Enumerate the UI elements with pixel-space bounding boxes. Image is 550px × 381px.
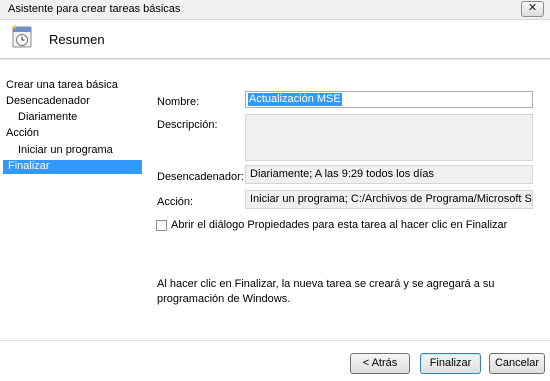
window-title: Asistente para crear tareas básicas [8, 3, 181, 15]
sidebar-item-accion[interactable]: Acción [6, 127, 39, 141]
wizard-header: Resumen [0, 20, 550, 59]
action-label: Acción: [157, 196, 194, 208]
page-title: Resumen [49, 32, 105, 47]
sidebar-item-crear-tarea[interactable]: Crear una tarea básica [6, 79, 118, 93]
description-field[interactable] [245, 114, 533, 161]
close-button[interactable]: ✕ [521, 1, 544, 17]
open-properties-checkbox[interactable] [156, 220, 167, 231]
footer-divider [0, 340, 550, 341]
name-input-value: Actualización MSE [248, 93, 342, 106]
close-icon: ✕ [527, 2, 538, 14]
name-label: Nombre: [157, 96, 200, 108]
description-label: Descripción: [157, 119, 218, 131]
sidebar-item-finalizar[interactable]: Finalizar [3, 160, 142, 174]
finish-info-text: Al hacer clic en Finalizar, la nueva tar… [157, 278, 495, 305]
header-divider [0, 59, 550, 60]
task-wizard-window: Asistente para crear tareas básicas ✕ Re… [0, 0, 550, 381]
trigger-label: Desencadenador: [157, 171, 244, 183]
open-properties-label[interactable]: Abrir el diálogo Propiedades para esta t… [171, 219, 507, 231]
finish-button[interactable]: Finalizar [420, 353, 481, 374]
sidebar-item-diariamente[interactable]: Diariamente [18, 111, 77, 125]
trigger-field: Diariamente; A las 9:29 todos los días [245, 165, 533, 184]
back-button[interactable]: < Atrás [350, 353, 410, 374]
sidebar-item-desencadenador[interactable]: Desencadenador [6, 95, 90, 109]
name-input[interactable]: Actualización MSE [245, 91, 533, 108]
task-wizard-icon [12, 25, 32, 48]
title-bar: Asistente para crear tareas básicas ✕ [0, 0, 550, 20]
cancel-button[interactable]: Cancelar [489, 353, 545, 374]
sidebar-item-iniciar-programa[interactable]: Iniciar un programa [18, 144, 113, 158]
action-field: Iniciar un programa; C:/Archivos de Prog… [245, 190, 533, 209]
